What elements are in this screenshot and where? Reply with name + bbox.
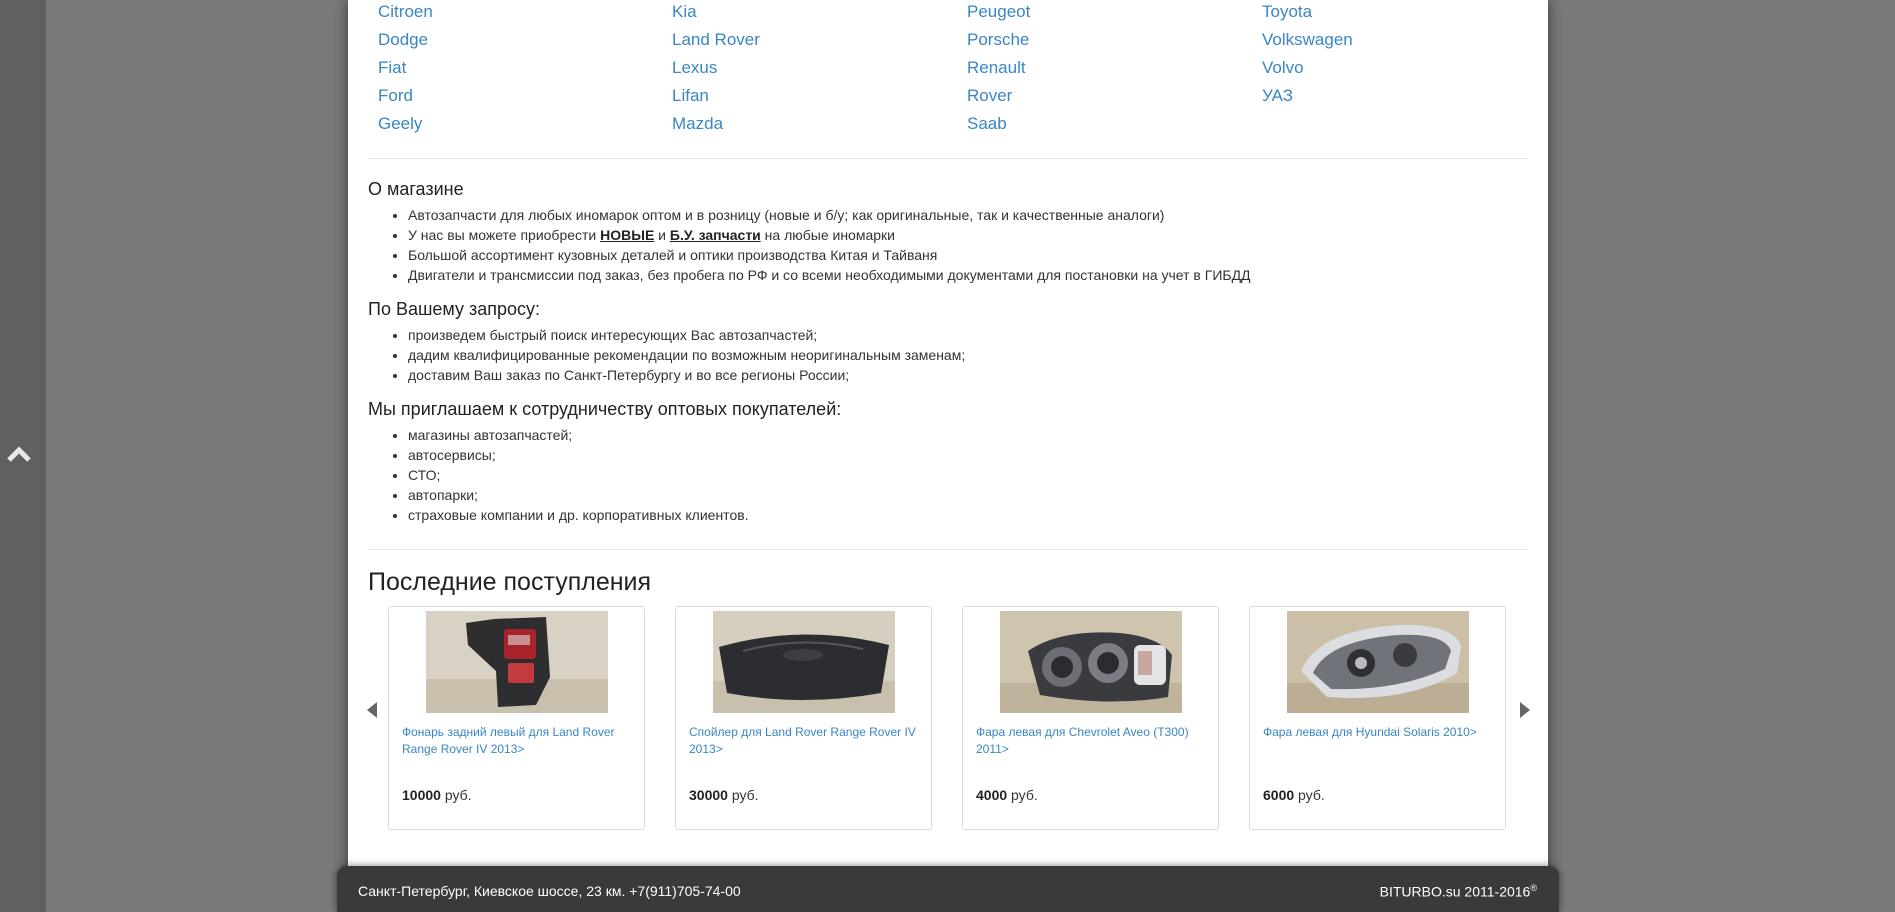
- list-item: доставим Ваш заказ по Санкт-Петербургу и…: [408, 365, 1528, 385]
- about-title: О магазине: [368, 179, 464, 199]
- main-page: Citroen Dodge Fiat Ford Geely Kia Land R…: [348, 0, 1548, 912]
- about-list: Автозапчасти для любых иномарок оптом и …: [368, 205, 1528, 285]
- list-item: СТО;: [408, 465, 1528, 485]
- footer: Санкт-Петербург, Киевское шоссе, 23 км. …: [337, 866, 1559, 912]
- request-title: По Вашему запросу:: [368, 299, 541, 319]
- brand-link[interactable]: Saab: [967, 112, 1247, 140]
- about-item-2-and: и: [654, 227, 670, 243]
- product-image[interactable]: [1000, 611, 1182, 713]
- wholesale-list: магазины автозапчастей; автосервисы; СТО…: [368, 425, 1528, 525]
- list-item: У нас вы можете приобрести НОВЫЕ и Б.У. …: [408, 225, 1528, 245]
- price-currency: руб.: [727, 787, 759, 803]
- about-item-3: Большой ассортимент кузовных деталей и о…: [408, 247, 938, 263]
- price-currency: руб.: [440, 787, 472, 803]
- divider: [368, 158, 1528, 159]
- brand-link[interactable]: Fiat: [378, 56, 658, 84]
- brand-link[interactable]: Renault: [967, 56, 1247, 84]
- product-card[interactable]: Спойлер для Land Rover Range Rover IV 20…: [675, 606, 932, 830]
- registered-mark: ®: [1530, 883, 1537, 893]
- divider: [368, 549, 1528, 550]
- copyright-text: BITURBO.su 2011-2016: [1379, 883, 1531, 900]
- product-price: 4000 руб.: [976, 787, 1038, 803]
- brand-link[interactable]: Dodge: [378, 28, 658, 56]
- brand-column-2: Kia Land Rover Lexus Lifan Mazda: [672, 0, 952, 140]
- price-value: 4000: [976, 787, 1008, 803]
- footer-copyright: BITURBO.su 2011-2016®: [1380, 883, 1537, 900]
- product-image[interactable]: [1287, 611, 1469, 713]
- brand-link[interactable]: Volvo: [1262, 56, 1542, 84]
- product-name[interactable]: Спойлер для Land Rover Range Rover IV 20…: [689, 724, 921, 758]
- about-item-1: Автозапчасти для любых иномарок оптом и …: [408, 207, 1165, 223]
- request-list: произведем быстрый поиск интересующих Ва…: [368, 325, 1528, 385]
- product-price: 6000 руб.: [1263, 787, 1325, 803]
- carousel-next-icon: [1520, 702, 1530, 718]
- chevron-up-icon: [7, 446, 31, 462]
- product-price: 30000 руб.: [689, 787, 759, 803]
- product-name[interactable]: Фара левая для Chevrolet Aveo (T300) 201…: [976, 724, 1208, 758]
- brand-link[interactable]: Toyota: [1262, 0, 1542, 28]
- about-section: О магазине Автозапчасти для любых иномар…: [368, 178, 1528, 285]
- product-card[interactable]: Фара левая для Hyundai Solaris 2010> 600…: [1249, 606, 1506, 830]
- price-value: 30000: [689, 787, 728, 803]
- list-item: Двигатели и трансмиссии под заказ, без п…: [408, 265, 1528, 285]
- wholesale-title: Мы приглашаем к сотрудничеству оптовых п…: [368, 399, 842, 419]
- brand-link[interactable]: Citroen: [378, 0, 658, 28]
- brand-column-1: Citroen Dodge Fiat Ford Geely: [378, 0, 658, 140]
- brand-link[interactable]: Ford: [378, 84, 658, 112]
- list-item: Автозапчасти для любых иномарок оптом и …: [408, 205, 1528, 225]
- list-item: автосервисы;: [408, 445, 1528, 465]
- new-parts-link[interactable]: НОВЫЕ: [600, 227, 654, 243]
- product-name[interactable]: Фара левая для Hyundai Solaris 2010>: [1263, 724, 1495, 741]
- brand-link[interactable]: Land Rover: [672, 28, 952, 56]
- product-name[interactable]: Фонарь задний левый для Land Rover Range…: [402, 724, 634, 758]
- brand-link[interactable]: Mazda: [672, 112, 952, 140]
- price-value: 10000: [402, 787, 441, 803]
- price-value: 6000: [1263, 787, 1295, 803]
- brand-link[interactable]: Rover: [967, 84, 1247, 112]
- carousel-next-button[interactable]: [1515, 700, 1533, 720]
- latest-arrivals-title: Последние поступления: [368, 568, 652, 596]
- carousel-prev-button[interactable]: [364, 700, 382, 720]
- brand-column-3: Peugeot Porsche Renault Rover Saab: [967, 0, 1247, 140]
- brand-link[interactable]: Volkswagen: [1262, 28, 1542, 56]
- brand-link[interactable]: Lifan: [672, 84, 952, 112]
- footer-address: Санкт-Петербург, Киевское шоссе, 23 км. …: [358, 883, 741, 899]
- product-price: 10000 руб.: [402, 787, 472, 803]
- wholesale-section: Мы приглашаем к сотрудничеству оптовых п…: [368, 398, 1528, 525]
- price-currency: руб.: [1294, 787, 1325, 803]
- list-item: страховые компании и др. корпоративных к…: [408, 505, 1528, 525]
- product-image[interactable]: [426, 611, 608, 713]
- product-card[interactable]: Фара левая для Chevrolet Aveo (T300) 201…: [962, 606, 1219, 830]
- list-item: магазины автозапчастей;: [408, 425, 1528, 445]
- list-item: произведем быстрый поиск интересующих Ва…: [408, 325, 1528, 345]
- brand-link[interactable]: Kia: [672, 0, 952, 28]
- about-item-2-suffix: на любые иномарки: [760, 227, 895, 243]
- brand-link[interactable]: УАЗ: [1262, 84, 1542, 112]
- list-item: дадим квалифицированные рекомендации по …: [408, 345, 1528, 365]
- about-item-4: Двигатели и трансмиссии под заказ, без п…: [408, 267, 1251, 283]
- brand-column-4: Toyota Volkswagen Volvo УАЗ: [1262, 0, 1542, 112]
- brand-link[interactable]: Lexus: [672, 56, 952, 84]
- brand-link[interactable]: Geely: [378, 112, 658, 140]
- request-section: По Вашему запросу: произведем быстрый по…: [368, 298, 1528, 385]
- list-item: автопарки;: [408, 485, 1528, 505]
- brand-link[interactable]: Peugeot: [967, 0, 1247, 28]
- product-card[interactable]: Фонарь задний левый для Land Rover Range…: [388, 606, 645, 830]
- price-currency: руб.: [1007, 787, 1038, 803]
- about-item-2-text: У нас вы можете приобрести: [408, 227, 601, 243]
- list-item: Большой ассортимент кузовных деталей и о…: [408, 245, 1528, 265]
- used-parts-link[interactable]: Б.У. запчасти: [670, 227, 761, 243]
- brand-link[interactable]: Porsche: [967, 28, 1247, 56]
- carousel-prev-icon: [367, 702, 377, 718]
- product-image[interactable]: [713, 611, 895, 713]
- scroll-to-top-button[interactable]: [4, 440, 34, 470]
